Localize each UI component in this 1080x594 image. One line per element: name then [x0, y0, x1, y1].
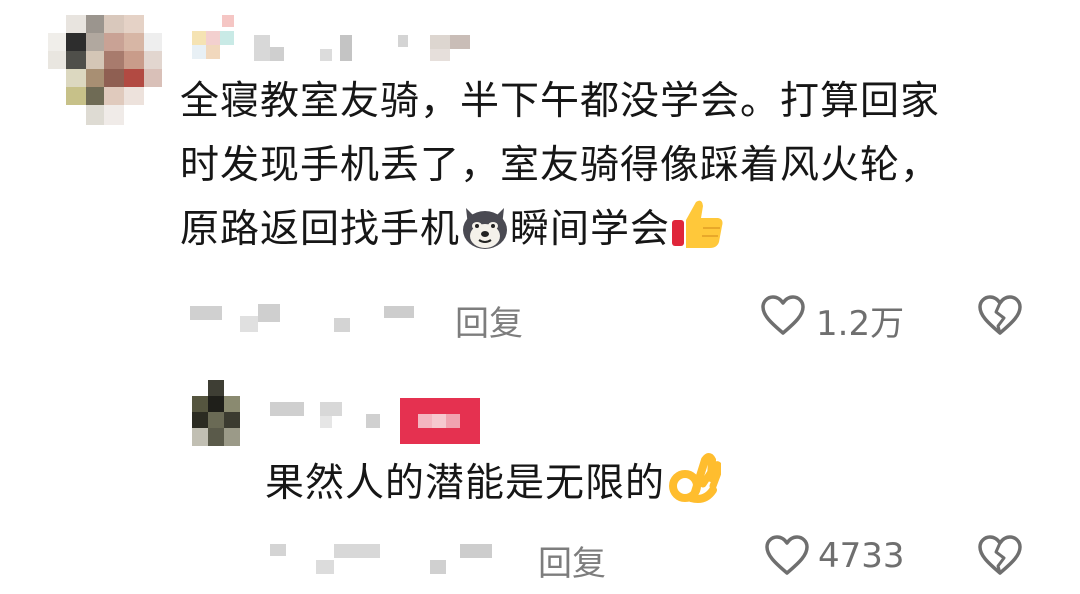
avatar[interactable]: [48, 15, 162, 125]
comment-text: 全寝教室友骑，半下午都没学会。打算回家 时发现手机丢了，室友骑得像踩着风火轮， …: [180, 70, 1050, 270]
reply-text: 果然人的潜能是无限的: [265, 452, 965, 524]
reply-avatar[interactable]: [192, 380, 240, 446]
reply-like-count: 4733: [818, 536, 905, 576]
reply-username[interactable]: [270, 398, 480, 444]
comment-meta: [190, 300, 420, 336]
username[interactable]: [192, 15, 482, 65]
reply-reply-button[interactable]: 回复: [538, 536, 606, 585]
comment-line-3: 原路返回找手机 瞬间学会: [180, 198, 1050, 270]
broken-heart-icon[interactable]: [977, 534, 1023, 580]
comment-line-3-tail: 瞬间学会: [510, 207, 671, 252]
dog-emoji-icon: [460, 204, 510, 270]
like-count: 1.2万: [816, 304, 905, 344]
reply-meta: [270, 540, 500, 576]
broken-heart-icon[interactable]: [977, 294, 1023, 340]
heart-outline-icon[interactable]: [764, 534, 810, 580]
ok-hand-emoji-icon: [665, 452, 723, 524]
reply-text-content: 果然人的潜能是无限的: [265, 461, 666, 506]
heart-outline-icon[interactable]: [760, 294, 806, 340]
comment-line-3-text: 原路返回找手机: [180, 207, 461, 252]
comment-line-1: 全寝教室友骑，半下午都没学会。打算回家: [180, 79, 941, 124]
thumbs-up-emoji-icon: [670, 198, 726, 270]
comment-line-2: 时发现手机丢了，室友骑得像踩着风火轮，: [180, 143, 941, 188]
reply-button[interactable]: 回复: [455, 296, 523, 345]
